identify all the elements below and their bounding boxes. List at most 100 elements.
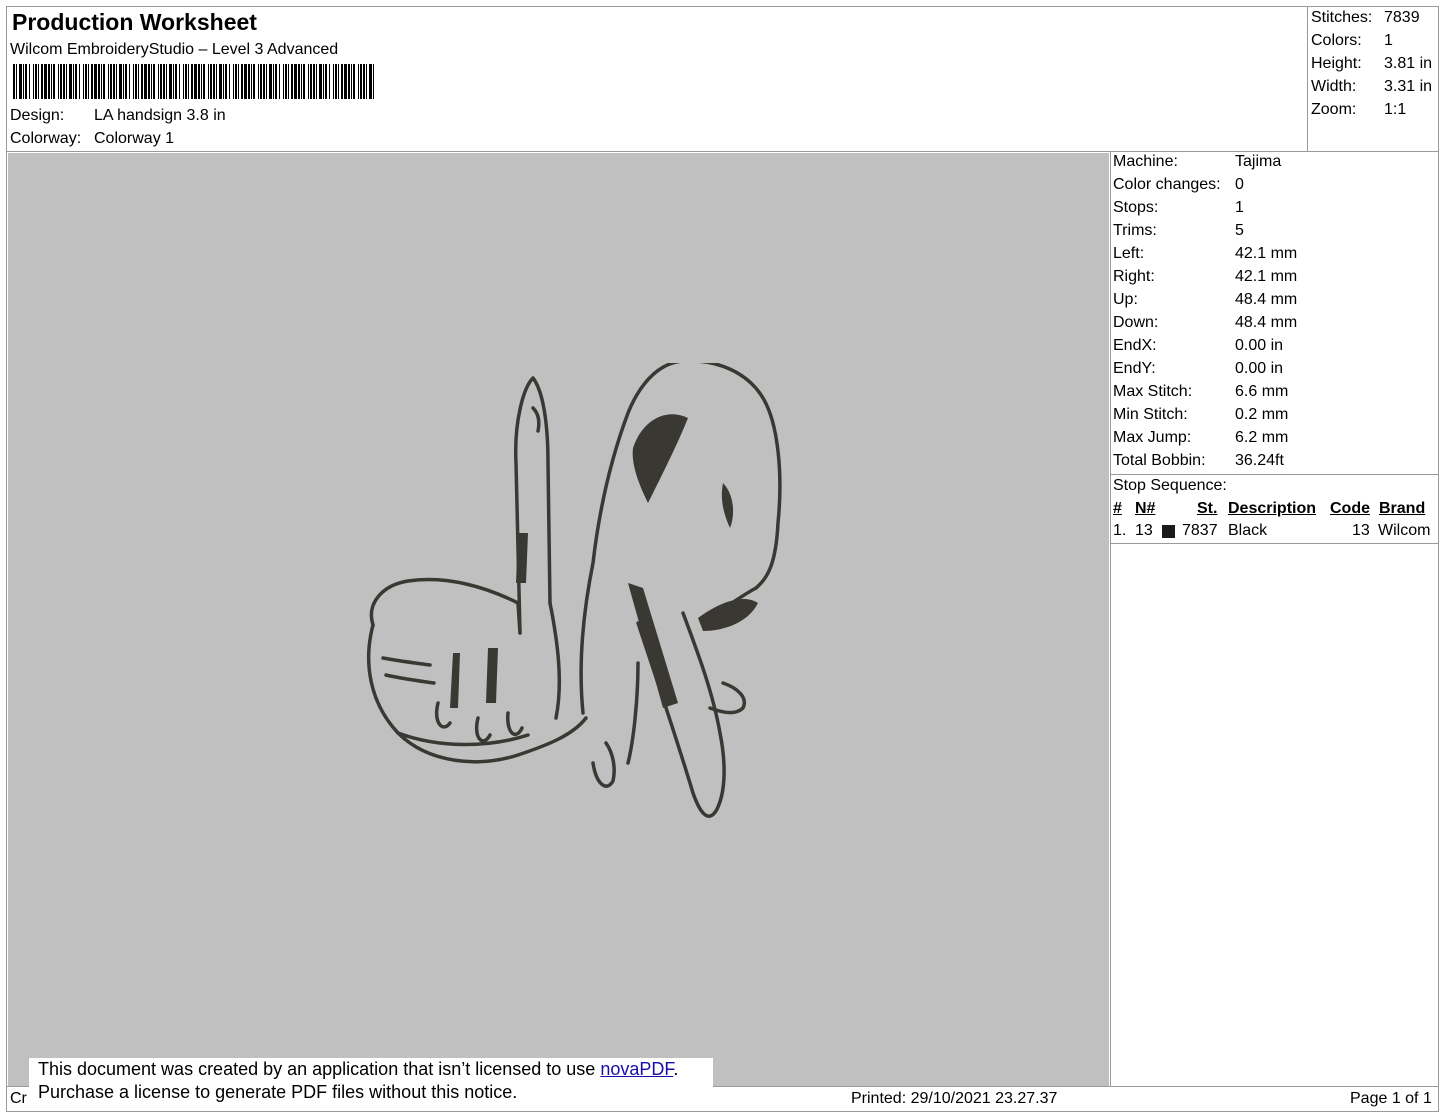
barcode-bar xyxy=(210,64,212,99)
barcode-bar xyxy=(185,64,187,99)
license-notice: This document was created by an applicat… xyxy=(29,1058,713,1110)
barcode-bar xyxy=(238,64,239,99)
stat-value: 0 xyxy=(1235,176,1244,193)
barcode-bar xyxy=(219,64,222,99)
barcode-bar xyxy=(344,64,347,99)
colorway-value: Colorway 1 xyxy=(94,130,175,147)
barcode-bar xyxy=(263,64,265,99)
barcode-bar xyxy=(13,64,15,99)
notice-line-1: This document was created by an applicat… xyxy=(38,1058,713,1081)
stat-label: Up: xyxy=(1113,291,1138,308)
barcode-bar xyxy=(360,64,362,99)
col-header-brand: Brand xyxy=(1379,500,1426,517)
stop-table-bottom xyxy=(1110,543,1439,544)
barcode-bar xyxy=(123,64,124,99)
stat-label: Down: xyxy=(1113,314,1159,331)
barcode-bar xyxy=(253,64,255,99)
barcode-bar xyxy=(235,64,237,99)
novapdf-link[interactable]: novaPDF xyxy=(600,1059,673,1079)
fist-outline-top xyxy=(369,577,522,635)
stat-row: Trims: 5 xyxy=(1113,221,1443,244)
cell-needle: 13 xyxy=(1135,522,1153,539)
barcode-bar xyxy=(283,64,284,99)
barcode-bar xyxy=(173,64,174,99)
summary-value: 1 xyxy=(1384,32,1393,49)
stat-label: Max Stitch: xyxy=(1113,383,1193,400)
barcode-bar xyxy=(88,64,89,99)
barcode-bar xyxy=(69,64,72,99)
stat-value: 5 xyxy=(1235,222,1244,239)
barcode-bar xyxy=(108,64,109,99)
barcode-bar xyxy=(313,64,315,99)
stat-label: Machine: xyxy=(1113,153,1178,170)
barcode-bar xyxy=(258,64,259,99)
barcode-bar xyxy=(16,64,17,99)
frame-top xyxy=(6,6,1439,7)
barcode-bar xyxy=(66,64,67,99)
finger-fill xyxy=(516,533,528,583)
stat-row: Color changes: 0 xyxy=(1113,175,1443,198)
barcode-bar xyxy=(233,64,234,99)
barcode-bar xyxy=(110,64,112,99)
summary-label: Height: xyxy=(1311,55,1362,72)
barcode-bar xyxy=(133,64,134,99)
fist-inner-curve xyxy=(396,731,530,747)
frame-left xyxy=(6,6,7,1112)
barcode-bar xyxy=(298,64,300,99)
barcode-bar xyxy=(79,64,80,99)
barcode-bar xyxy=(151,64,152,99)
fist-finger-line-1 xyxy=(381,656,432,667)
barcode-bar xyxy=(158,64,159,99)
barcode-bar xyxy=(310,64,312,99)
barcode-bar xyxy=(301,64,302,99)
fist-nail-2 xyxy=(475,716,492,743)
barcode-bar xyxy=(148,64,150,99)
barcode-bar xyxy=(333,64,334,99)
barcode-bar xyxy=(208,64,209,99)
software-name: Wilcom EmbroideryStudio – Level 3 Advanc… xyxy=(10,41,339,58)
notice-period: . xyxy=(673,1059,679,1079)
col-header-num: # xyxy=(1113,500,1122,517)
pinky-nail xyxy=(591,741,616,788)
stat-row: Total Bobbin: 36.24ft xyxy=(1113,451,1443,474)
barcode-bar xyxy=(369,64,372,99)
barcode-bar xyxy=(191,64,193,99)
cell-num: 1. xyxy=(1113,522,1127,539)
stat-row: EndX: 0.00 in xyxy=(1113,336,1443,359)
page-title: Production Worksheet xyxy=(12,9,257,35)
barcode-bar xyxy=(213,64,215,99)
barcode-bar xyxy=(63,64,65,99)
barcode-bar xyxy=(325,64,327,99)
cell-description: Black xyxy=(1228,522,1268,539)
fist-finger-line-2 xyxy=(384,673,436,685)
design-preview-canvas xyxy=(8,153,1109,1086)
stat-row: Max Jump: 6.2 mm xyxy=(1113,428,1443,451)
stat-row: Up: 48.4 mm xyxy=(1113,290,1443,313)
summary-panel: Stitches: 7839 Colors: 1 Height: 3.81 in Wi… xyxy=(1311,8,1445,123)
barcode-bar xyxy=(25,64,27,99)
summary-row-height: Height: 3.81 in xyxy=(1311,54,1445,77)
stat-value: 1 xyxy=(1235,199,1244,216)
fingernail-top xyxy=(531,406,541,433)
barcode-bar xyxy=(125,64,127,99)
barcode-bar xyxy=(101,64,102,99)
barcode-bar xyxy=(338,64,339,99)
summary-row-stitches: Stitches: 7839 xyxy=(1311,8,1445,31)
thumb-loop xyxy=(708,681,746,715)
stat-row: Stops: 1 xyxy=(1113,198,1443,221)
design-row: Design: LA handsign 3.8 in xyxy=(10,106,226,126)
summary-row-colors: Colors: 1 xyxy=(1311,31,1445,54)
stat-value: 6.6 mm xyxy=(1235,383,1289,400)
barcode-bar xyxy=(119,64,122,99)
letter-a-stroke xyxy=(628,583,678,708)
barcode-bar xyxy=(266,64,267,99)
palm-shade-2 xyxy=(698,598,758,631)
stop-sequence-table: # N# St. Description Code Brand 1. 13 78… xyxy=(1112,499,1444,543)
created-text-fragment: Cr xyxy=(10,1090,27,1107)
stat-value: 0.00 in xyxy=(1235,360,1284,377)
barcode-bar xyxy=(216,64,217,99)
summary-value: 3.81 in xyxy=(1384,55,1433,72)
stat-label: EndY: xyxy=(1113,360,1156,377)
notice-line-2: Purchase a license to generate PDF files… xyxy=(38,1082,518,1102)
barcode-bar xyxy=(116,64,117,99)
